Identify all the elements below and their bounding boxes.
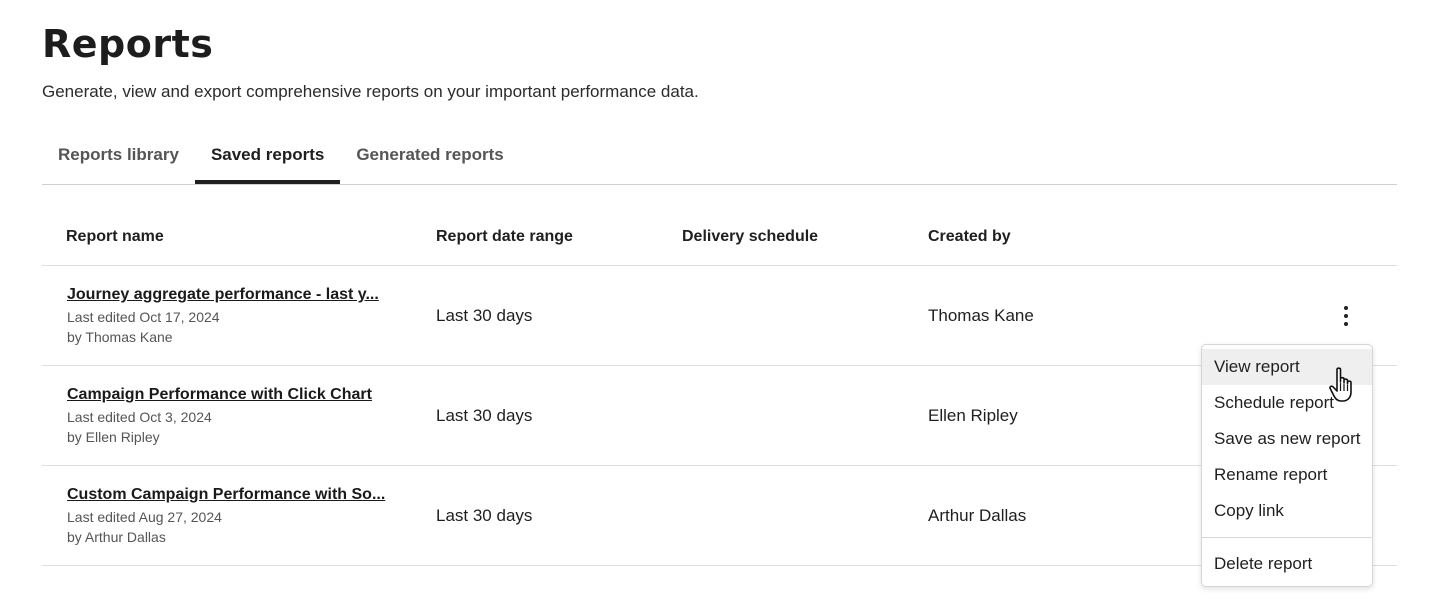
column-header-delivery-schedule[interactable]: Delivery schedule (682, 228, 818, 246)
report-name-cell: Custom Campaign Performance with So... L… (67, 486, 407, 545)
edited-by-text: by Arthur Dallas (67, 529, 166, 545)
table-row: Custom Campaign Performance with So... L… (42, 466, 1397, 566)
report-name-cell: Journey aggregate performance - last y..… (67, 286, 407, 345)
menu-item-save-as-new-report[interactable]: Save as new report (1202, 421, 1372, 457)
table-row: Campaign Performance with Click Chart La… (42, 366, 1397, 466)
tab-bar: Reports library Saved reports Generated … (42, 132, 1397, 185)
date-range-cell: Last 30 days (436, 306, 533, 325)
created-by-cell: Thomas Kane (928, 306, 1034, 325)
saved-reports-table: Report name Report date range Delivery s… (42, 208, 1397, 566)
report-link[interactable]: Journey aggregate performance - last y..… (67, 286, 397, 304)
report-name-cell: Campaign Performance with Click Chart La… (67, 386, 407, 445)
report-link[interactable]: Custom Campaign Performance with So... (67, 486, 397, 504)
edited-by-text: by Thomas Kane (67, 329, 173, 345)
created-by-cell: Ellen Ripley (928, 406, 1018, 425)
date-range-cell: Last 30 days (436, 406, 533, 425)
column-header-created-by[interactable]: Created by (928, 228, 1011, 246)
more-vertical-icon[interactable] (1334, 304, 1358, 328)
date-range-cell: Last 30 days (436, 506, 533, 525)
table-row: Journey aggregate performance - last y..… (42, 266, 1397, 366)
page-subtitle: Generate, view and export comprehensive … (42, 82, 699, 101)
report-link[interactable]: Campaign Performance with Click Chart (67, 386, 397, 404)
column-header-date-range[interactable]: Report date range (436, 228, 573, 246)
menu-item-copy-link[interactable]: Copy link (1202, 493, 1372, 529)
created-by-cell: Arthur Dallas (928, 506, 1027, 525)
hand-pointer-cursor-icon (1329, 367, 1352, 402)
last-edited-text: Last edited Aug 27, 2024 (67, 509, 222, 525)
edited-by-text: by Ellen Ripley (67, 429, 160, 445)
tab-reports-library[interactable]: Reports library (42, 132, 195, 184)
page-title: Reports (42, 22, 214, 66)
table-header: Report name Report date range Delivery s… (42, 208, 1397, 266)
tab-saved-reports[interactable]: Saved reports (194, 132, 341, 184)
menu-item-delete-report[interactable]: Delete report (1202, 546, 1372, 582)
last-edited-text: Last edited Oct 17, 2024 (67, 309, 220, 325)
column-header-report-name[interactable]: Report name (66, 228, 164, 246)
last-edited-text: Last edited Oct 3, 2024 (67, 409, 212, 425)
menu-divider (1202, 537, 1372, 538)
menu-item-rename-report[interactable]: Rename report (1202, 457, 1372, 493)
tab-generated-reports[interactable]: Generated reports (340, 132, 519, 184)
